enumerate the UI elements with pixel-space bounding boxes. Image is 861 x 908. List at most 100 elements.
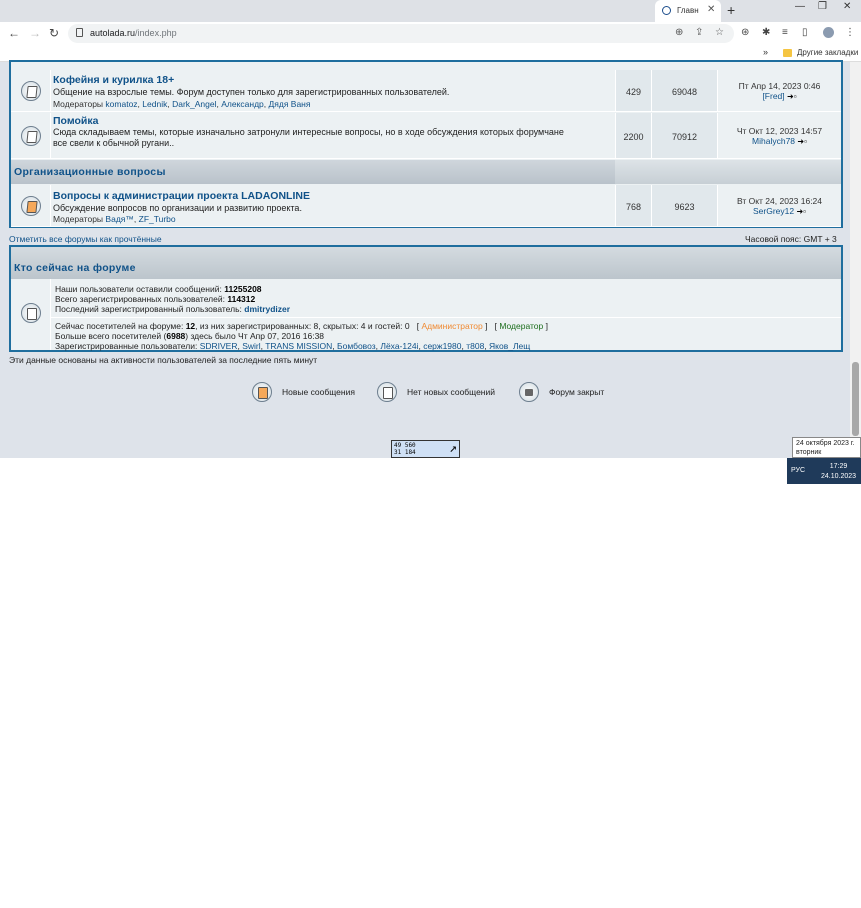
last-post-date: Пт Апр 14, 2023 0:46 <box>738 81 821 91</box>
newest-user: Последний зарегистрированный пользовател… <box>55 304 290 314</box>
zoom-icon[interactable]: ⊕ <box>675 27 683 38</box>
forum-icon-cell <box>11 113 51 158</box>
last-post-date: Вт Окт 24, 2023 16:24 <box>736 196 823 206</box>
max-online: Больше всего посетителей (6988) здесь бы… <box>55 331 324 341</box>
forum-new-posts-icon <box>21 196 41 216</box>
minimize-icon[interactable]: — <box>795 1 805 12</box>
close-window-icon[interactable]: ✕ <box>843 1 851 12</box>
category-header: Организационные вопросы <box>11 160 841 184</box>
page-content: Кофейня и курилка 18+ Общение на взрослы… <box>0 60 850 458</box>
forum-description: Сюда складываем темы, которые изначально… <box>53 127 564 149</box>
online-title: Кто сейчас на форуме <box>14 262 136 274</box>
online-user-link[interactable]: TRANS MISSION <box>265 341 332 351</box>
url-path: /index.php <box>135 28 177 38</box>
goto-last-post-icon[interactable]: ➜▫ <box>787 92 797 101</box>
online-user-link[interactable]: Бомбовоз <box>337 341 376 351</box>
last-post-user[interactable]: Mihalych78 <box>752 136 795 146</box>
media-icon[interactable]: ≡ <box>782 27 788 38</box>
clock-date: 24.10.2023 <box>821 473 857 480</box>
forum-title-link[interactable]: Вопросы к администрации проекта LADAONLI… <box>53 190 310 202</box>
moderators-label: Модераторы <box>53 99 104 109</box>
browser-window: Главн ✕ + — ❐ ✕ ← → ↻ autolada.ru/index.… <box>0 0 861 458</box>
address-bar[interactable]: autolada.ru/index.php ⊕ ⇪ ☆ <box>68 24 734 43</box>
last-post: Чт Окт 12, 2023 14:57 Mihalych78 ➜▫ <box>717 113 841 158</box>
new-posts-icon <box>252 382 272 402</box>
tab-favicon-icon <box>662 6 671 15</box>
goto-last-post-icon[interactable]: ➜▫ <box>797 137 807 146</box>
online-user-link[interactable]: т808 <box>466 341 484 351</box>
tab-close-icon[interactable]: ✕ <box>707 4 715 15</box>
forum-row: Кофейня и курилка 18+ Общение на взрослы… <box>11 70 841 112</box>
moderator-link[interactable]: komatoz <box>105 99 137 109</box>
extensions-icon[interactable]: ✱ <box>762 27 770 38</box>
new-tab-icon[interactable]: + <box>727 2 735 18</box>
admin-legend: Администратор <box>421 321 483 331</box>
forum-title-link[interactable]: Помойка <box>53 115 98 127</box>
last-post: Вт Окт 24, 2023 16:24 SerGrey12 ➜▫ <box>717 185 841 226</box>
legend-locked: Форум закрыт <box>549 387 605 397</box>
forum-description: Общение на взрослые темы. Форум доступен… <box>53 87 450 97</box>
mark-forums-read-link[interactable]: Отметить все форумы как прочтённые <box>9 234 162 244</box>
description-line: все свели к обычной ругани.. <box>53 138 175 148</box>
lock-icon <box>519 382 539 402</box>
online-user-link[interactable]: Swirl <box>242 341 260 351</box>
forum-info: Помойка Сюда складываем темы, которые из… <box>51 113 615 158</box>
bookmarks-more[interactable]: » <box>763 47 768 57</box>
scrollbar-thumb[interactable] <box>852 362 859 436</box>
last-post-date: Чт Окт 12, 2023 14:57 <box>736 126 823 136</box>
stat-label: Последний зарегистрированный пользовател… <box>55 304 242 314</box>
goto-last-post-icon[interactable]: ➜▫ <box>796 207 806 216</box>
online-header: Кто сейчас на форуме <box>11 247 841 279</box>
reload-icon[interactable]: ↻ <box>49 26 59 40</box>
online-user-link[interactable]: Лёха-124i <box>380 341 418 351</box>
forum-list: Кофейня и курилка 18+ Общение на взрослы… <box>9 60 843 228</box>
last-post: Пт Апр 14, 2023 0:46 [Fred] ➜▫ <box>717 70 841 111</box>
online-icon-cell <box>11 279 51 350</box>
posts-count: 9623 <box>651 185 717 226</box>
profile-avatar[interactable] <box>823 27 834 38</box>
online-user-link[interactable]: Яков_Лещ <box>489 341 530 351</box>
posts-count: 70912 <box>651 113 717 158</box>
forum-description: Обсуждение вопросов по организации и раз… <box>53 203 302 213</box>
counter-line: 31 184 <box>394 449 416 456</box>
registered-online: Зарегистрированные пользователи: SDRIVER… <box>55 341 531 351</box>
online-user-link[interactable]: серж1980 <box>423 341 461 351</box>
moderator-link[interactable]: Dark_Angel <box>172 99 216 109</box>
total-posts: Наши пользователи оставили сообщений: 11… <box>55 284 262 294</box>
forum-row: Вопросы к администрации проекта LADAONLI… <box>11 185 841 227</box>
input-language[interactable]: РУС <box>791 467 805 474</box>
stat-value: 114312 <box>227 294 256 304</box>
bookmark-star-icon[interactable]: ☆ <box>715 27 724 38</box>
category-title[interactable]: Организационные вопросы <box>14 166 166 178</box>
moderator-link[interactable]: Александр <box>221 99 264 109</box>
tray-clock[interactable]: 17:29 24.10.2023 <box>821 462 856 482</box>
stat-value: 11255208 <box>224 284 262 294</box>
forum-title-link[interactable]: Кофейня и курилка 18+ <box>53 74 174 86</box>
counter-line: 49 560 <box>394 442 416 449</box>
menu-icon[interactable]: ⋮ <box>845 27 855 38</box>
visit-counter[interactable]: 49 560 31 184 ↗ <box>391 440 460 458</box>
legend-new-posts: Новые сообщения <box>282 387 355 397</box>
share-icon[interactable]: ⇪ <box>695 27 703 38</box>
newest-user-link[interactable]: dmitrydizer <box>244 304 290 314</box>
posts-count: 69048 <box>651 70 717 111</box>
browser-toolbar: ← → ↻ autolada.ru/index.php ⊕ ⇪ ☆ ⊛ ✱ ≡ … <box>0 22 861 44</box>
side-panel-icon[interactable]: ▯ <box>802 27 808 38</box>
forum-moderators: Модераторы Вадя™, ZF_Turbo <box>53 214 176 224</box>
translate-icon[interactable]: ⊛ <box>741 27 749 38</box>
last-post-user[interactable]: SerGrey12 <box>753 206 794 216</box>
forum-icon-cell <box>11 70 51 111</box>
stat-label: Наши пользователи оставили сообщений: <box>55 284 222 294</box>
last-post-user[interactable]: [Fred] <box>762 91 784 101</box>
moderator-link[interactable]: Дядя Ваня <box>269 99 311 109</box>
moderator-link[interactable]: ZF_Turbo <box>139 214 176 224</box>
other-bookmarks[interactable]: Другие закладки <box>797 48 858 57</box>
moderator-link[interactable]: Lednik <box>142 99 167 109</box>
online-user-link[interactable]: SDRIVER <box>200 341 238 351</box>
moderator-link[interactable]: Вадя™ <box>105 214 133 224</box>
description-line: Сюда складываем темы, которые изначально… <box>53 127 564 137</box>
stat-label: Всего зарегистрированных пользователей: <box>55 294 225 304</box>
back-icon[interactable]: ← <box>8 26 20 40</box>
maximize-icon[interactable]: ❐ <box>818 1 827 12</box>
forward-icon[interactable]: → <box>29 26 41 40</box>
